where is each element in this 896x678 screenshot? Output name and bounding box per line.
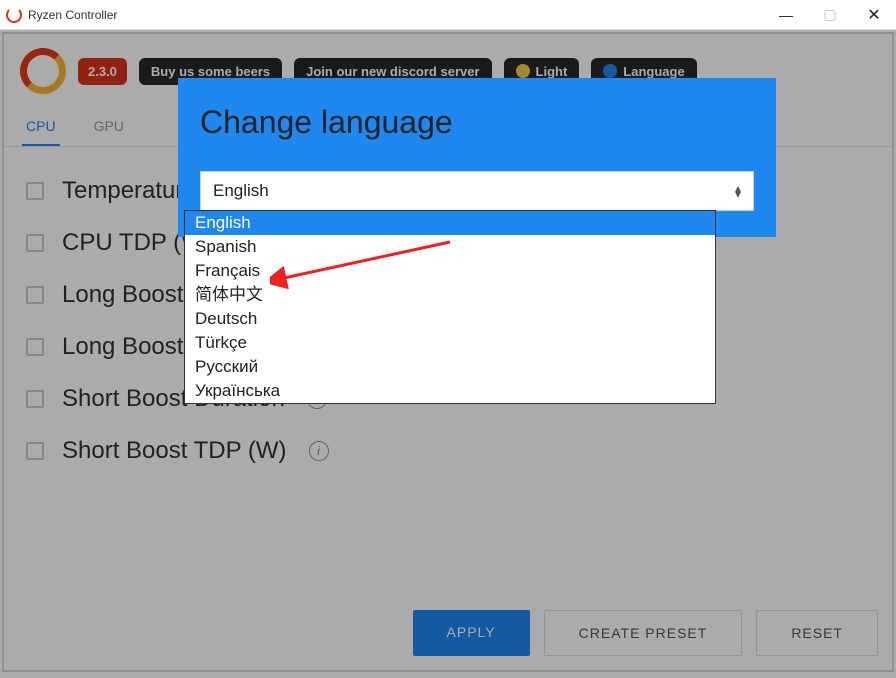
app-logo-icon <box>20 48 66 94</box>
language-dropdown: English Spanish Français 简体中文 Deutsch Tü… <box>184 210 716 404</box>
language-option[interactable]: Deutsch <box>185 307 715 331</box>
app-icon <box>6 7 22 23</box>
tab-gpu[interactable]: GPU <box>90 108 128 146</box>
apply-button[interactable]: APPLY <box>413 610 530 656</box>
minimize-button[interactable]: — <box>764 0 808 30</box>
language-option[interactable]: English <box>185 211 715 235</box>
sun-icon <box>516 64 530 78</box>
globe-icon <box>603 64 617 78</box>
language-option[interactable]: Русский <box>185 355 715 379</box>
language-option[interactable]: 简体中文 <box>185 283 715 307</box>
language-select[interactable]: English ▴▾ <box>200 171 754 211</box>
info-icon[interactable]: i <box>309 441 329 461</box>
setting-label: Short Boost TDP (W) <box>62 437 287 465</box>
language-option[interactable]: Français <box>185 259 715 283</box>
close-button[interactable]: ✕ <box>852 0 896 30</box>
footer-buttons: APPLY CREATE PRESET RESET <box>413 610 878 656</box>
language-label: Language <box>623 64 684 79</box>
tab-cpu[interactable]: CPU <box>22 108 60 146</box>
setting-row: Short Boost TDP (W) i <box>26 425 870 477</box>
maximize-button[interactable]: ▢ <box>808 0 852 30</box>
create-preset-button[interactable]: CREATE PRESET <box>544 610 743 656</box>
window-title: Ryzen Controller <box>28 8 117 22</box>
reset-button[interactable]: RESET <box>756 610 878 656</box>
checkbox[interactable] <box>26 442 44 460</box>
checkbox[interactable] <box>26 286 44 304</box>
language-option[interactable]: Türkçe <box>185 331 715 355</box>
select-caret-icon: ▴▾ <box>735 185 741 197</box>
checkbox[interactable] <box>26 390 44 408</box>
version-badge: 2.3.0 <box>78 58 127 85</box>
selected-language: English <box>213 181 269 201</box>
modal-title: Change language <box>200 104 754 141</box>
checkbox[interactable] <box>26 234 44 252</box>
language-option[interactable]: Українська <box>185 379 715 403</box>
theme-label: Light <box>536 64 568 79</box>
language-option[interactable]: Spanish <box>185 235 715 259</box>
checkbox[interactable] <box>26 182 44 200</box>
titlebar: Ryzen Controller — ▢ ✕ <box>0 0 896 30</box>
checkbox[interactable] <box>26 338 44 356</box>
